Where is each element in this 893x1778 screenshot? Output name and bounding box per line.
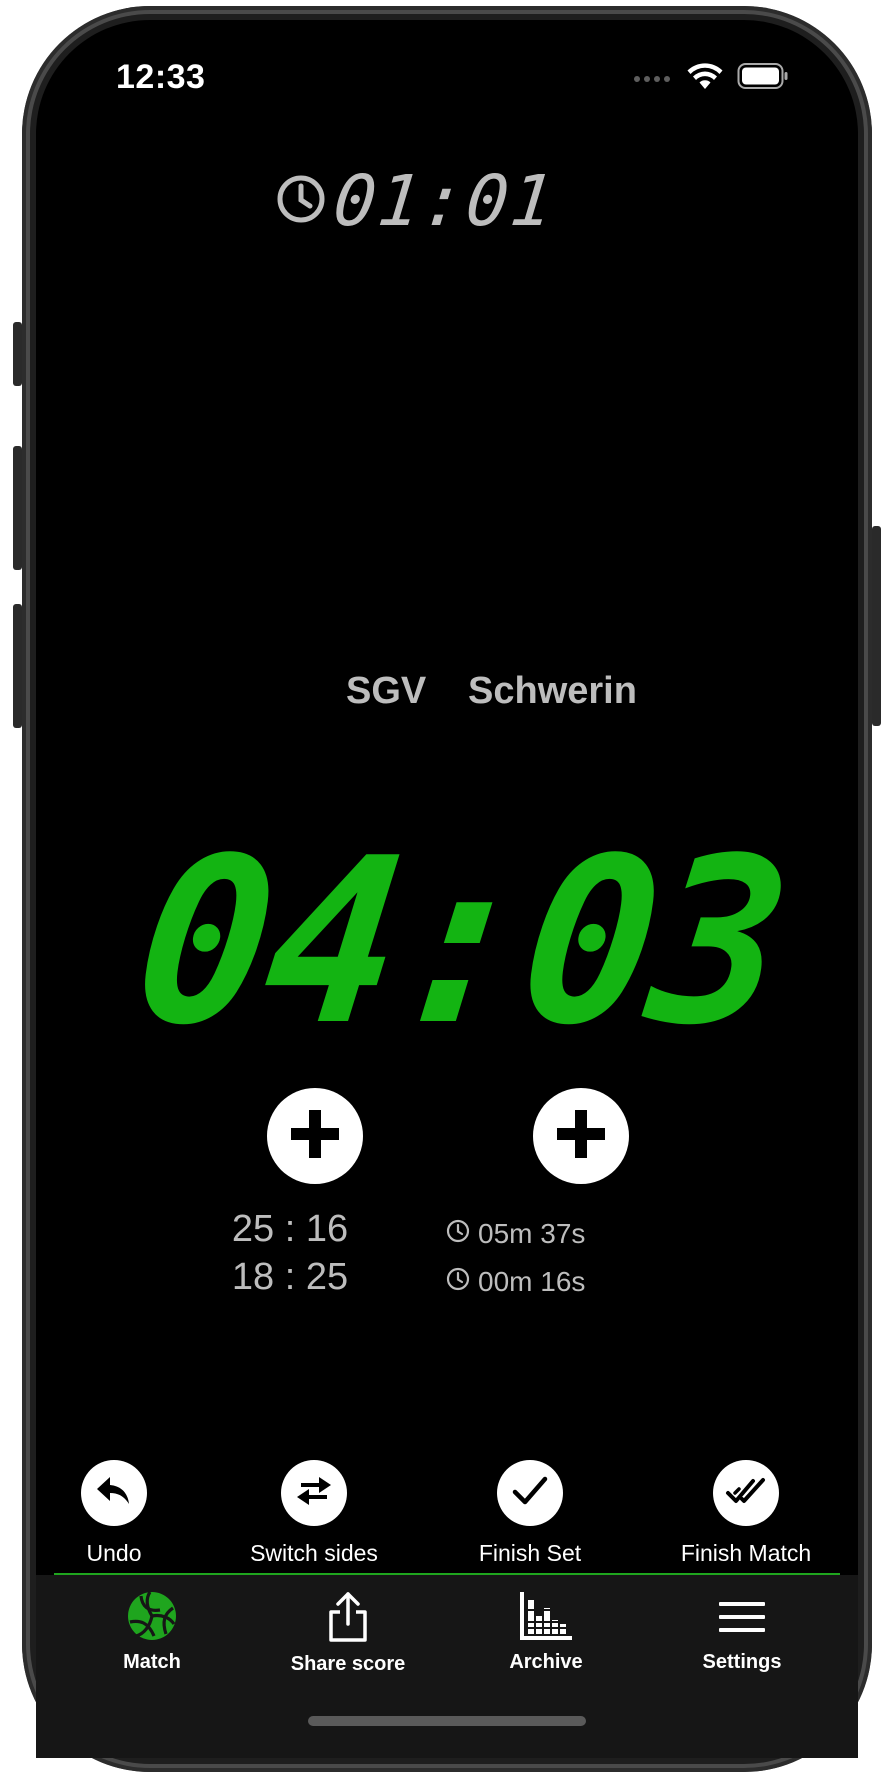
finish-set-button-circle[interactable] — [497, 1460, 563, 1526]
volleyball-icon — [126, 1591, 178, 1646]
tab-match[interactable]: Match — [62, 1590, 242, 1674]
tab-archive[interactable]: Archive — [456, 1590, 636, 1674]
volume-up-button — [13, 446, 22, 570]
add-point-left-button[interactable] — [267, 1088, 363, 1184]
set-duration-row-1: 05m 37s — [446, 1210, 585, 1258]
undo-button[interactable]: Undo — [14, 1460, 214, 1567]
tab-settings-label: Settings — [702, 1651, 782, 1673]
match-clock-value: 01:01 — [329, 160, 560, 242]
battery-icon — [737, 62, 789, 95]
switch-sides-button-circle[interactable] — [281, 1460, 347, 1526]
menu-icon — [717, 1602, 767, 1646]
bar-chart-icon — [518, 1592, 574, 1646]
set-score-2: 18 : 25 — [231, 1256, 349, 1298]
wifi-icon — [687, 62, 723, 95]
dots-icon — [633, 70, 673, 88]
set-duration-row-2: 00m 16s — [446, 1258, 585, 1306]
power-button — [872, 526, 881, 726]
share-icon — [325, 1592, 371, 1648]
status-time: 12:33 — [116, 58, 206, 96]
set-score-1: 25 : 16 — [231, 1208, 349, 1250]
undo-arrow-icon — [94, 1474, 134, 1513]
set-scores: 25 : 16 18 : 25 — [210, 1205, 370, 1301]
double-checkmark-icon — [725, 1474, 767, 1513]
status-icons — [633, 62, 789, 95]
clock-icon — [446, 1258, 470, 1306]
checkmark-icon — [511, 1474, 549, 1513]
finish-set-button[interactable]: Finish Set — [430, 1460, 630, 1567]
finish-set-label: Finish Set — [478, 1540, 582, 1566]
set-duration-1: 05m 37s — [478, 1218, 586, 1249]
volume-down-button — [13, 604, 22, 728]
tab-share-score-label: Share score — [290, 1653, 406, 1675]
switch-sides-button[interactable]: Switch sides — [214, 1460, 414, 1567]
add-point-right-button[interactable] — [533, 1088, 629, 1184]
team-left-name: SGV — [346, 670, 427, 712]
tab-share-score[interactable]: Share score — [258, 1590, 438, 1676]
mute-switch — [13, 322, 22, 386]
swap-arrows-icon — [293, 1473, 335, 1514]
tab-match-label: Match — [123, 1651, 181, 1673]
plus-icon — [285, 1104, 345, 1169]
tab-settings[interactable]: Settings — [652, 1590, 832, 1674]
set-durations: 05m 37s 00m 16s — [446, 1210, 585, 1306]
match-clock: 01:01 — [276, 160, 559, 242]
undo-button-circle[interactable] — [81, 1460, 147, 1526]
home-indicator[interactable] — [308, 1716, 586, 1726]
finish-match-button-circle[interactable] — [713, 1460, 779, 1526]
set-duration-2: 00m 16s — [478, 1266, 586, 1297]
switch-sides-label: Switch sides — [250, 1540, 378, 1566]
team-right-name: Schwerin — [468, 670, 637, 712]
finish-match-button[interactable]: Finish Match — [646, 1460, 846, 1567]
finish-match-label: Finish Match — [680, 1540, 812, 1566]
score-display: 04:03 — [123, 808, 799, 1076]
clock-icon — [446, 1210, 470, 1258]
plus-icon — [551, 1104, 611, 1169]
undo-label: Undo — [86, 1540, 142, 1566]
tab-archive-label: Archive — [509, 1651, 583, 1673]
clock-icon — [276, 174, 326, 229]
